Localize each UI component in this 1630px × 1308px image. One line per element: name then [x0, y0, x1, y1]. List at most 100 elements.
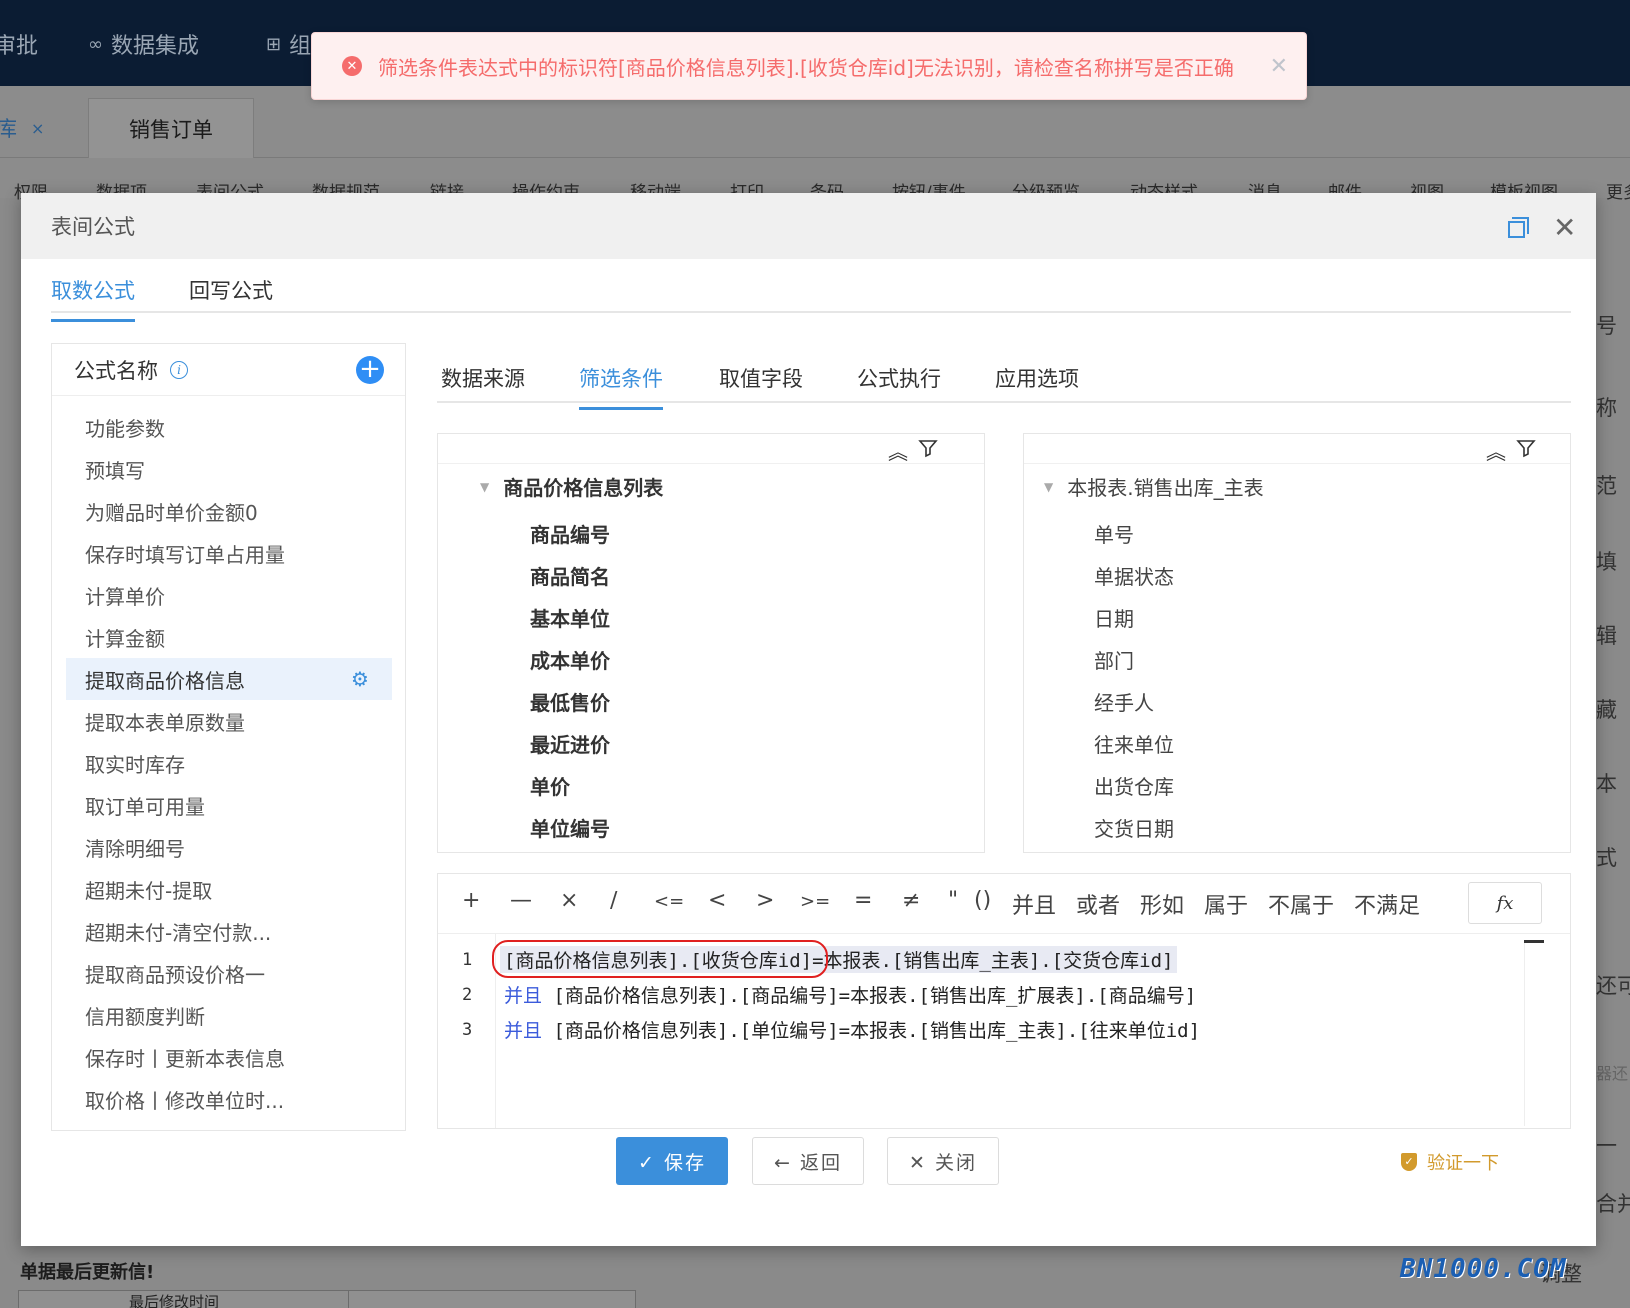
scrollbar[interactable] [1524, 940, 1525, 1126]
tree-field-node[interactable]: 商品简名 [530, 554, 610, 596]
caret-down-icon[interactable]: ▼ [1044, 480, 1053, 494]
operator-lt-button[interactable]: < [708, 888, 726, 913]
collapse-all-icon[interactable]: ︽ [888, 436, 908, 465]
nav-item-label: 审批 [0, 34, 39, 59]
nav-item-data-integration[interactable]: ∞ 数据集成 [88, 28, 199, 60]
operator-quote-button[interactable]: " [948, 888, 958, 913]
operator-like-button[interactable]: 形如 [1140, 888, 1184, 920]
operator-neq-button[interactable]: ≠ [902, 888, 920, 913]
tree-field-node[interactable]: 单价 [530, 764, 610, 806]
formula-item[interactable]: 超期未付-清空付款... [66, 910, 392, 952]
tree-field-node[interactable]: 经手人 [1094, 680, 1174, 722]
formula-item[interactable]: 为赠品时单价金额0 [66, 490, 392, 532]
close-button[interactable]: ✕ 关闭 [887, 1137, 999, 1185]
nav-item-approval[interactable]: 审批 [0, 28, 38, 60]
toolbar-item[interactable]: 更多 [1606, 178, 1630, 203]
tree-field-node[interactable]: 日期 [1094, 596, 1174, 638]
operator-minus-button[interactable]: — [510, 888, 532, 913]
verify-button[interactable]: ✓ 验证一下 [1401, 1149, 1499, 1175]
operator-plus-button[interactable]: + [462, 888, 480, 913]
tree-field-node[interactable]: 最近进价 [530, 722, 610, 764]
operator-in-button[interactable]: 属于 [1204, 888, 1248, 920]
operator-not-in-button[interactable]: 不属于 [1268, 888, 1334, 920]
tree-field-node[interactable]: 出货仓库 [1094, 764, 1174, 806]
filter-icon[interactable] [1516, 438, 1536, 458]
formula-item-label: 取订单可用量 [85, 794, 205, 819]
tab-writeback-formula[interactable]: 回写公式 [189, 275, 273, 319]
tree-field-node[interactable]: 基本单位 [530, 596, 610, 638]
property-label: 号 [1596, 314, 1617, 338]
formula-item[interactable]: 取价格丨修改单位时... [66, 1078, 392, 1120]
tab-fetch-formula[interactable]: 取数公式 [51, 275, 135, 322]
collapse-all-icon[interactable]: ︽ [1486, 436, 1506, 465]
tree-field-node[interactable]: 最低售价 [530, 680, 610, 722]
info-icon[interactable]: i [170, 360, 188, 379]
tree-field-node[interactable]: 商品编号 [530, 512, 610, 554]
formula-item[interactable]: 计算金额 [66, 616, 392, 658]
tab-warehouse[interactable]: 库 × [0, 98, 44, 158]
operator-or-button[interactable]: 或者 [1076, 888, 1120, 920]
tree-field-node[interactable]: 单位编号 [530, 806, 610, 848]
tree-field-label: 基本单位 [530, 606, 610, 631]
error-alert: ✕ 筛选条件表达式中的标识符[商品价格信息列表].[收货仓库id]无法识别，请检… [311, 32, 1307, 100]
tab-data-source[interactable]: 数据来源 [441, 363, 525, 407]
formula-item[interactable]: 提取商品预设价格一 [66, 952, 392, 994]
property-label: 范 [1596, 474, 1617, 498]
tree-field-node[interactable]: 往来单位 [1094, 722, 1174, 764]
tree-field-node[interactable]: 成本单价 [530, 638, 610, 680]
tree-root-node[interactable]: ▼ 商品价格信息列表 [480, 472, 663, 501]
formula-item[interactable]: 清除明细号 [66, 826, 392, 868]
line-number: 1 [462, 950, 473, 970]
caret-down-icon[interactable]: ▼ [480, 480, 489, 494]
tree-field-node[interactable]: 部门 [1094, 638, 1174, 680]
formula-item[interactable]: 保存时丨更新本表信息 [66, 1036, 392, 1078]
formula-item[interactable]: 功能参数 [66, 406, 392, 448]
operator-gte-button[interactable]: >= [800, 891, 830, 912]
tab-apply-options[interactable]: 应用选项 [995, 363, 1079, 407]
operator-lte-button[interactable]: <= [654, 891, 684, 912]
operator-gt-button[interactable]: > [756, 888, 774, 913]
formula-item[interactable]: 取实时库存 [66, 742, 392, 784]
formula-item[interactable]: 超期未付-提取 [66, 868, 392, 910]
main-tabs: 取数公式 回写公式 [51, 259, 1571, 322]
tree-field-node[interactable]: 单号 [1094, 512, 1174, 554]
operator-not-button[interactable]: 不满足 [1354, 888, 1420, 920]
maximize-icon[interactable] [1508, 217, 1529, 238]
tree-root-label: 本报表.销售出库_主表 [1067, 476, 1264, 500]
filter-icon[interactable] [918, 438, 938, 458]
formula-item[interactable]: 预填写 [66, 448, 392, 490]
operator-eq-button[interactable]: = [854, 888, 872, 913]
function-button[interactable]: fx [1468, 882, 1542, 924]
back-button[interactable]: ← 返回 [752, 1137, 864, 1185]
close-icon[interactable]: ✕ [1270, 54, 1288, 79]
formula-item[interactable]: 信用额度判断 [66, 994, 392, 1036]
code-text: [商品价格信息列表].[商品编号]=本报表.[销售出库_扩展表].[商品编号] [542, 985, 1197, 1007]
tree-root-node[interactable]: ▼ 本报表.销售出库_主表 [1044, 472, 1264, 501]
nav-item-org[interactable]: ⊞ 组 [266, 28, 311, 60]
formula-item[interactable]: 计算单价 [66, 574, 392, 616]
tree-root-label: 商品价格信息列表 [503, 476, 664, 500]
formula-item[interactable]: 取订单可用量 [66, 784, 392, 826]
code-area[interactable]: 1 2 3 [商品价格信息列表].[收货仓库id]=本报表.[销售出库_主表].… [438, 934, 1570, 1128]
operator-divide-button[interactable]: ∕ [610, 888, 617, 913]
add-formula-button[interactable]: + [356, 356, 384, 384]
gear-icon[interactable]: ⚙ [351, 669, 371, 689]
tab-value-fields[interactable]: 取值字段 [719, 363, 803, 407]
tree-field-node[interactable]: 单据状态 [1094, 554, 1174, 596]
tab-sales-order[interactable]: 销售订单 [88, 98, 254, 158]
operator-and-button[interactable]: 并且 [1012, 888, 1056, 920]
formula-item[interactable]: 提取本表单原数量 [66, 700, 392, 742]
code-keyword: 并且 [504, 985, 543, 1007]
formula-item[interactable]: 保存时填写订单占用量 [66, 532, 392, 574]
tree-field-node[interactable]: 交货日期 [1094, 806, 1174, 848]
formula-item-selected[interactable]: 提取商品价格信息 ⚙ [66, 658, 392, 700]
tab-filter-condition[interactable]: 筛选条件 [579, 363, 663, 410]
tab-formula-execution[interactable]: 公式执行 [857, 363, 941, 407]
operator-multiply-button[interactable]: × [560, 888, 578, 913]
close-icon[interactable]: × [31, 119, 44, 138]
close-icon[interactable]: ✕ [1553, 211, 1576, 244]
scrollbar-thumb[interactable] [1524, 940, 1544, 943]
operator-paren-button[interactable]: () [974, 888, 991, 913]
formula-item-label: 清除明细号 [85, 836, 185, 861]
save-button[interactable]: ✓ 保存 [616, 1137, 728, 1185]
